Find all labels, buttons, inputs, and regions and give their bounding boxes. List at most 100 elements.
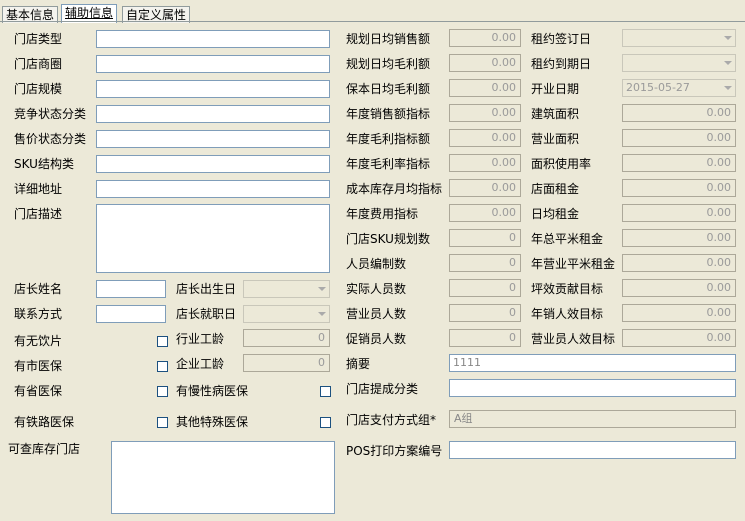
tab-bar: 基本信息 辅助信息 自定义属性: [0, 4, 745, 23]
manager-start-label: 店长就职日: [176, 307, 237, 321]
metric-field[interactable]: 0.00: [449, 154, 521, 172]
metric-label: 年度销售额指标: [346, 107, 431, 121]
open-date-value: 2015-05-27: [626, 81, 690, 94]
description-label: 门店描述: [14, 207, 63, 221]
metric-field[interactable]: 0.00: [449, 54, 521, 72]
lease-end-label: 租约到期日: [531, 57, 592, 71]
metric-label: 营业员人数: [346, 307, 407, 321]
metric-field[interactable]: 0.00: [449, 104, 521, 122]
area-metric-field[interactable]: 0.00: [622, 304, 736, 322]
price-status-label: 售价状态分类: [14, 132, 87, 146]
chronic-ins-checkbox[interactable]: [320, 386, 331, 397]
chevron-down-icon: [724, 61, 732, 65]
contact-label: 联系方式: [14, 307, 63, 321]
metric-field[interactable]: 0.00: [449, 179, 521, 197]
competition-input[interactable]: [96, 105, 330, 123]
summary-input[interactable]: 1111: [449, 354, 736, 372]
contact-input[interactable]: [96, 305, 166, 323]
pos-input[interactable]: [449, 441, 736, 459]
other-ins-label: 其他特殊医保: [176, 415, 249, 429]
chevron-down-icon: [724, 36, 732, 40]
railway-ins-checkbox[interactable]: [157, 417, 168, 428]
metric-label: 促销员人数: [346, 332, 407, 346]
metric-label: 年度费用指标: [346, 207, 419, 221]
area-metric-field[interactable]: 0.00: [622, 129, 736, 147]
sku-struct-input[interactable]: [96, 155, 330, 173]
area-metric-field[interactable]: 0.00: [622, 154, 736, 172]
sku-struct-label: SKU结构类: [14, 157, 74, 171]
manager-birth-label: 店长出生日: [176, 282, 237, 296]
metric-field[interactable]: 0: [449, 329, 521, 347]
metric-field[interactable]: 0: [449, 229, 521, 247]
chevron-down-icon: [724, 86, 732, 90]
area-metric-label: 店面租金: [531, 182, 580, 196]
store-area-label: 门店商圈: [14, 57, 63, 71]
no-drink-label: 有无饮片: [14, 334, 63, 348]
industry-age-label: 行业工龄: [176, 332, 225, 346]
area-metric-field[interactable]: 0.00: [622, 179, 736, 197]
manager-start-select[interactable]: [243, 305, 330, 323]
store-scale-label: 门店规模: [14, 82, 63, 96]
description-textarea[interactable]: [96, 204, 330, 273]
metric-label: 保本日均毛利额: [346, 82, 431, 96]
chronic-ins-label: 有慢性病医保: [176, 384, 249, 398]
payment-input[interactable]: A组: [449, 410, 736, 428]
lease-end-select[interactable]: [622, 54, 736, 72]
area-metric-field[interactable]: 0.00: [622, 229, 736, 247]
metric-label: 规划日均销售额: [346, 32, 431, 46]
metric-field[interactable]: 0.00: [449, 79, 521, 97]
area-metric-label: 坪效贡献目标: [531, 282, 604, 296]
area-metric-field[interactable]: 0.00: [622, 204, 736, 222]
no-drink-checkbox[interactable]: [157, 336, 168, 347]
open-date-select[interactable]: 2015-05-27: [622, 79, 736, 97]
open-date-label: 开业日期: [531, 82, 580, 96]
metric-label: 规划日均毛利额: [346, 57, 431, 71]
pos-label: POS打印方案编号: [346, 444, 443, 458]
address-label: 详细地址: [14, 182, 63, 196]
area-metric-label: 建筑面积: [531, 107, 580, 121]
province-ins-checkbox[interactable]: [157, 386, 168, 397]
company-age-field[interactable]: 0: [243, 354, 330, 372]
city-ins-checkbox[interactable]: [157, 361, 168, 372]
area-metric-field[interactable]: 0.00: [622, 104, 736, 122]
metric-field[interactable]: 0.00: [449, 29, 521, 47]
metric-label: 年度毛利指标额: [346, 132, 431, 146]
industry-age-field[interactable]: 0: [243, 329, 330, 347]
store-scale-input[interactable]: [96, 80, 330, 98]
metric-field[interactable]: 0: [449, 254, 521, 272]
manager-birth-select[interactable]: [243, 280, 330, 298]
area-metric-label: 营业面积: [531, 132, 580, 146]
metric-field[interactable]: 0: [449, 304, 521, 322]
summary-label: 摘要: [346, 357, 371, 371]
price-status-input[interactable]: [96, 130, 330, 148]
store-area-input[interactable]: [96, 55, 330, 73]
area-metric-label: 日均租金: [531, 207, 580, 221]
company-age-label: 企业工龄: [176, 357, 225, 371]
metric-label: 实际人员数: [346, 282, 407, 296]
store-type-input[interactable]: [96, 30, 330, 48]
area-metric-label: 营业员人效目标: [531, 332, 616, 346]
area-metric-label: 年营业平米租金: [531, 257, 616, 271]
area-metric-field[interactable]: 0.00: [622, 329, 736, 347]
metric-field[interactable]: 0.00: [449, 129, 521, 147]
query-stock-textarea[interactable]: [111, 441, 335, 514]
manager-name-input[interactable]: [96, 280, 166, 298]
province-ins-label: 有省医保: [14, 384, 63, 398]
metric-field[interactable]: 0.00: [449, 204, 521, 222]
commission-input[interactable]: [449, 379, 736, 397]
lease-sign-label: 租约签订日: [531, 32, 592, 46]
area-metric-field[interactable]: 0.00: [622, 254, 736, 272]
competition-label: 竞争状态分类: [14, 107, 87, 121]
area-metric-label: 面积使用率: [531, 157, 592, 171]
metric-label: 门店SKU规划数: [346, 232, 430, 246]
metric-label: 成本库存月均指标: [346, 182, 443, 196]
address-input[interactable]: [96, 180, 330, 198]
area-metric-label: 年总平米租金: [531, 232, 604, 246]
area-metric-field[interactable]: 0.00: [622, 279, 736, 297]
store-type-label: 门店类型: [14, 32, 63, 46]
metric-field[interactable]: 0: [449, 279, 521, 297]
other-ins-checkbox[interactable]: [320, 417, 331, 428]
lease-sign-select[interactable]: [622, 29, 736, 47]
manager-name-label: 店长姓名: [14, 282, 63, 296]
chevron-down-icon: [318, 312, 326, 316]
